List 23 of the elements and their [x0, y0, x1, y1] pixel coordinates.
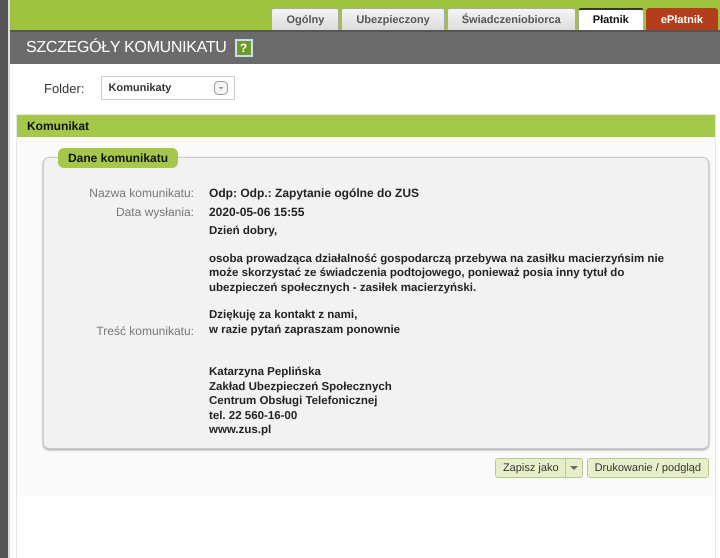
- tab[interactable]: Ubezpieczony: [341, 8, 445, 30]
- tab[interactable]: Ogólny: [271, 8, 340, 30]
- help-button[interactable]: ?: [234, 39, 253, 57]
- dropdown-icon: [214, 81, 228, 95]
- folder-dropdown[interactable]: Komunikaty: [101, 76, 236, 100]
- field-label: Data wysłania:: [114, 205, 194, 219]
- save-as-button[interactable]: Zapisz jako: [494, 458, 583, 478]
- page-title: SZCZEGÓŁY KOMUNIKATU: [26, 39, 227, 57]
- field-value: 2020-05-06 15:55: [209, 205, 306, 219]
- field-label: Treść komunikatu:: [95, 324, 194, 338]
- field-value: Odp: Odp.: Zapytanie ogólne do ZUS: [209, 186, 420, 200]
- tab[interactable]: Świadczeniobiorca: [446, 8, 576, 30]
- section-header: Komunikat: [17, 115, 715, 137]
- message-paragraph: Katarzyna Peplińska Zakład Ubezpieczeń Społecznych Centrum Obsługi Telefonicznej tel. 22 560-16-00 www.zus.pl: [209, 365, 393, 438]
- folder-label: Folder:: [44, 80, 84, 96]
- message-paragraph: Dziękuję za kontakt z nami, w razie pytań zapraszam ponownie: [209, 308, 402, 337]
- tab[interactable]: ePłatnik: [646, 8, 718, 30]
- message-paragraph: Dzień dobry,: [209, 224, 278, 238]
- print-preview-button[interactable]: Drukowanie / podgląd: [586, 458, 709, 478]
- tab[interactable]: Płatnik: [578, 8, 644, 30]
- message-paragraph: osoba prowadząca działalność gospodarczą przebywa na zasiłku macierzyńsim nie może skorzystać ze świadczenia podtojowego, ponieważ posia inny tytuł do ubezpieczeń społecznych - zasiłek macierzyński.: [209, 252, 666, 295]
- group-title: Dane komunikatu: [58, 148, 178, 168]
- field-label: Nazwa komunikatu:: [88, 186, 194, 200]
